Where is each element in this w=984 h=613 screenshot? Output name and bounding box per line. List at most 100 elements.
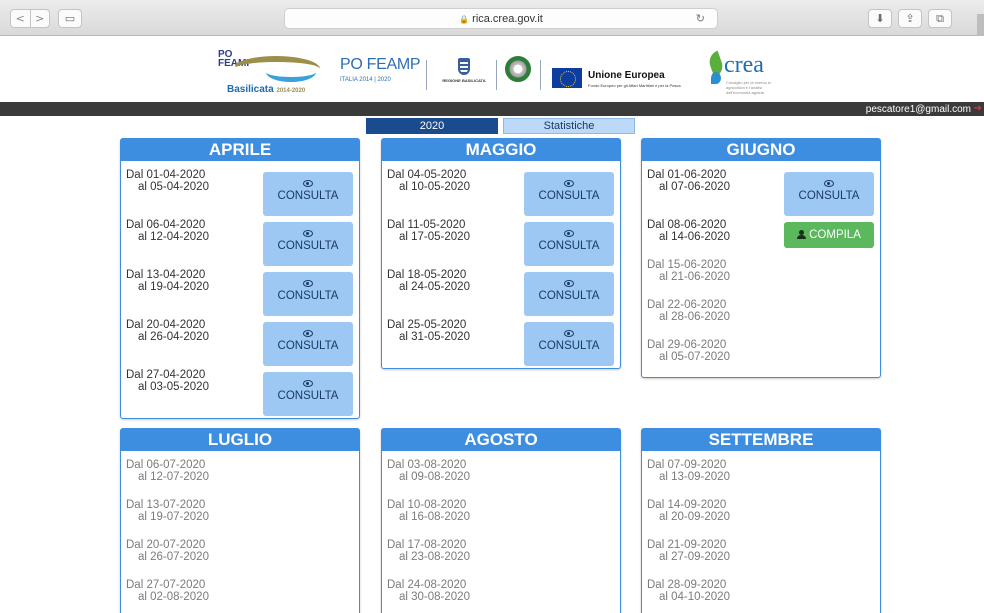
share-icon: ⇪ [905, 12, 915, 25]
week-end: al 13-09-2020 [659, 471, 730, 483]
reload-icon[interactable]: ↻ [696, 12, 705, 25]
download-icon: ⬇ [875, 12, 885, 25]
consulta-button[interactable]: CONSULTA [263, 322, 353, 366]
week-end: al 19-04-2020 [138, 281, 209, 293]
week-dates: Dal 01-04-2020 al 05-04-2020 [126, 169, 209, 193]
week-end: al 28-06-2020 [659, 311, 730, 323]
tab-year[interactable]: 2020 [366, 118, 498, 134]
week-dates: Dal 07-09-2020 al 13-09-2020 [647, 459, 730, 483]
wave-graphic-blue [266, 62, 316, 82]
share-button[interactable]: ⇪ [898, 9, 922, 28]
week-end: al 21-06-2020 [659, 271, 730, 283]
month-title: APRILE [121, 139, 359, 161]
week-end: al 27-09-2020 [659, 551, 730, 563]
eye-icon [564, 280, 574, 287]
logo-header: PO FEAMP Basilicata 2014-2020 PO FEAMP IT… [0, 36, 984, 102]
week-start: Dal 22-06-2020 [647, 299, 727, 311]
forward-icon[interactable]: > [31, 10, 50, 27]
week-end: al 26-04-2020 [138, 331, 209, 343]
month-card-agosto: AGOSTO Dal 03-08-2020 al 09-08-2020 Dal 10-… [381, 428, 621, 613]
week-end: al 16-08-2020 [399, 511, 470, 523]
month-card-aprile: APRILE Dal 01-04-2020 al 05-04-2020 CONSULT… [120, 138, 360, 419]
week-dates: Dal 01-06-2020 al 07-06-2020 [647, 169, 730, 193]
eye-icon [303, 230, 313, 237]
tabs-icon: ⧉ [936, 11, 944, 25]
week-start: Dal 25-05-2020 [387, 319, 467, 331]
po-feamp-italia-logo: PO FEAMP ITALIA 2014 | 2020 [340, 56, 422, 94]
week-end: al 03-05-2020 [138, 381, 209, 393]
sidebar-toggle-button[interactable]: ▭ [58, 9, 82, 28]
month-card-settembre: SETTEMBRE Dal 07-09-2020 al 13-09-2020 Dal … [641, 428, 881, 613]
crea-sub: Consiglio per la ricerca in agricoltura … [726, 80, 771, 95]
logout-icon[interactable]: ➔ [974, 103, 982, 114]
consulta-button[interactable]: CONSULTA [263, 272, 353, 316]
address-url: 🔒 rica.crea.gov.it [285, 13, 717, 25]
month-card-giugno: GIUGNO Dal 01-06-2020 al 07-06-2020 CONSULT… [641, 138, 881, 378]
week-row: Dal 28-09-2020 al 04-10-2020 [642, 579, 880, 613]
tabs-overview-button[interactable]: ⧉ [928, 9, 952, 28]
consulta-label: CONSULTA [538, 190, 600, 202]
eu-logo-text: Unione Europea Fondo Europeo per gli Aff… [588, 70, 698, 90]
week-dates: Dal 28-09-2020 al 04-10-2020 [647, 579, 730, 603]
eu-title: Unione Europea [588, 70, 665, 81]
user-bar: pescatore1@gmail.com ➔ [0, 102, 984, 116]
consulta-button[interactable]: CONSULTA [263, 222, 353, 266]
consulta-label: CONSULTA [798, 190, 860, 202]
week-dates: Dal 21-09-2020 al 27-09-2020 [647, 539, 730, 563]
consulta-button[interactable]: CONSULTA [263, 372, 353, 416]
week-end: al 24-05-2020 [399, 281, 470, 293]
window-edge [977, 14, 984, 36]
week-dates: Dal 13-04-2020 al 19-04-2020 [126, 269, 209, 293]
feamp-sub: ITALIA 2014 | 2020 [340, 77, 391, 83]
week-dates: Dal 22-06-2020 al 28-06-2020 [647, 299, 730, 323]
back-forward-buttons[interactable]: < > [10, 9, 50, 28]
week-row: Dal 29-06-2020 al 05-07-2020 [642, 339, 880, 389]
week-row: Dal 20-04-2020 al 26-04-2020 CONSULTA [121, 319, 359, 369]
shield-icon [458, 58, 470, 75]
consulta-button[interactable]: CONSULTA [784, 172, 874, 216]
week-dates: Dal 06-07-2020 al 12-07-2020 [126, 459, 209, 483]
consulta-button[interactable]: CONSULTA [263, 172, 353, 216]
week-dates: Dal 11-05-2020 al 17-05-2020 [387, 219, 470, 243]
consulta-button[interactable]: CONSULTA [524, 322, 614, 366]
consulta-button[interactable]: CONSULTA [524, 272, 614, 316]
consulta-label: CONSULTA [538, 340, 600, 352]
consulta-label: CONSULTA [538, 290, 600, 302]
regione-text: REGIONE BASILICATA [442, 78, 486, 83]
month-title: GIUGNO [642, 139, 880, 161]
italian-republic-emblem-icon [505, 56, 531, 82]
consulta-button[interactable]: CONSULTA [524, 222, 614, 266]
week-end: al 05-07-2020 [659, 351, 730, 363]
tab-statistics[interactable]: Statistiche [503, 118, 635, 134]
download-button[interactable]: ⬇ [868, 9, 892, 28]
compila-button[interactable]: COMPILA [784, 222, 874, 248]
week-start: Dal 17-08-2020 [387, 539, 467, 551]
divider [426, 60, 427, 90]
eu-sub: Fondo Europeo per gli Affari Marittimi e… [588, 83, 681, 88]
eye-icon [303, 180, 313, 187]
week-dates: Dal 13-07-2020 al 19-07-2020 [126, 499, 209, 523]
week-end: al 04-10-2020 [659, 591, 730, 603]
week-dates: Dal 03-08-2020 al 09-08-2020 [387, 459, 470, 483]
week-dates: Dal 27-04-2020 al 03-05-2020 [126, 369, 209, 393]
consulta-button[interactable]: CONSULTA [524, 172, 614, 216]
week-start: Dal 11-05-2020 [387, 219, 466, 231]
week-dates: Dal 15-06-2020 al 21-06-2020 [647, 259, 730, 283]
feamp-title: PO FEAMP [340, 56, 421, 73]
week-row: Dal 06-04-2020 al 12-04-2020 CONSULTA [121, 219, 359, 269]
week-row: Dal 25-05-2020 al 31-05-2020 CONSULTA [382, 319, 620, 369]
week-end: al 10-05-2020 [399, 181, 470, 193]
basilicata-years: 2014-2020 [276, 88, 306, 94]
week-end: al 30-08-2020 [399, 591, 470, 603]
week-start: Dal 15-06-2020 [647, 259, 727, 271]
week-start: Dal 06-07-2020 [126, 459, 206, 471]
consulta-label: CONSULTA [277, 390, 339, 402]
week-end: al 23-08-2020 [399, 551, 470, 563]
week-row: Dal 18-05-2020 al 24-05-2020 CONSULTA [382, 269, 620, 319]
user-email[interactable]: pescatore1@gmail.com [866, 104, 971, 115]
month-title: SETTEMBRE [642, 429, 880, 451]
address-bar[interactable]: 🔒 rica.crea.gov.it ↻ [284, 8, 718, 29]
week-start: Dal 20-07-2020 [126, 539, 206, 551]
back-icon[interactable]: < [11, 10, 31, 27]
week-dates: Dal 08-06-2020 al 14-06-2020 [647, 219, 730, 243]
